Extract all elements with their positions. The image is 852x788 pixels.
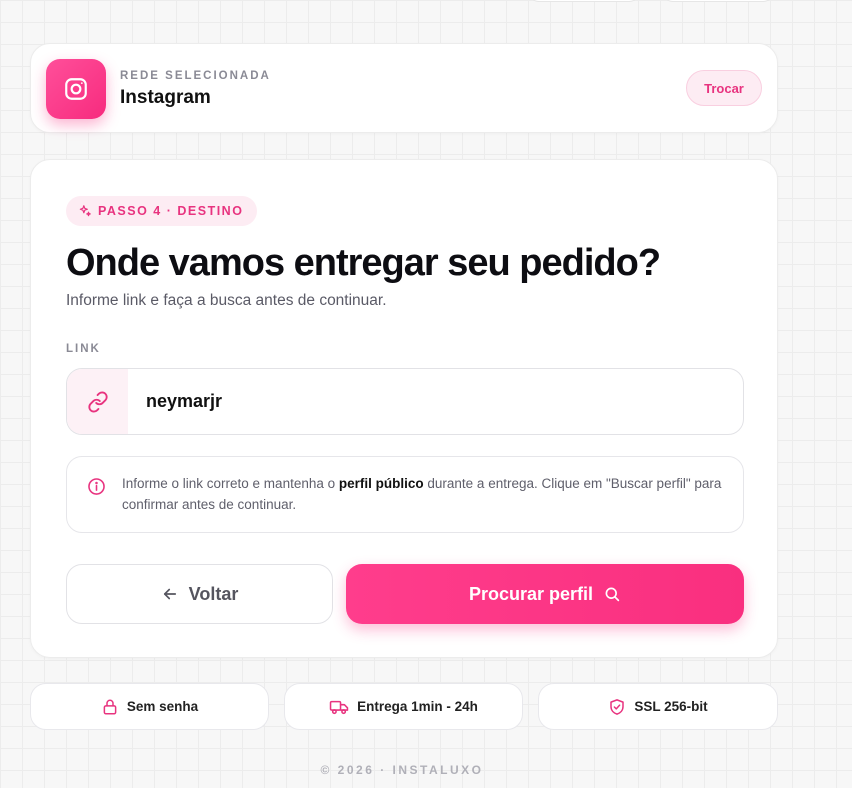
step-badge: PASSO 4 · DESTINO <box>66 196 258 226</box>
back-button-label: Voltar <box>188 583 239 604</box>
selected-network-card: REDE SELECIONADA Instagram Trocar <box>30 43 778 133</box>
swap-network-button[interactable]: Trocar <box>686 70 762 106</box>
network-name: Instagram <box>120 87 211 108</box>
instagram-icon <box>46 59 106 119</box>
link-input[interactable] <box>128 369 743 434</box>
back-button[interactable]: Voltar <box>66 564 333 624</box>
page-subtitle: Informe link e faça a busca antes de con… <box>66 292 387 309</box>
trust-badge-no-password: Sem senha <box>30 683 269 730</box>
search-profile-button[interactable]: Procurar perfil <box>346 564 744 624</box>
info-text: Informe o link correto e mantenha o perf… <box>122 473 722 515</box>
lock-icon <box>101 698 119 716</box>
info-text-bold: perfil público <box>338 476 424 491</box>
top-control-stub[interactable] <box>662 0 774 2</box>
footer-copyright: © 2026 · INSTALUXO <box>320 763 484 777</box>
shield-check-icon <box>608 698 626 716</box>
search-button-label: Procurar perfil <box>468 583 594 604</box>
info-notice: Informe o link correto e mantenha o perf… <box>66 456 744 533</box>
trust-badge-label: Sem senha <box>126 699 199 714</box>
page-title: Onde vamos entregar seu pedido? <box>66 242 661 284</box>
link-field[interactable] <box>66 368 744 435</box>
trust-badge-ssl: SSL 256-bit <box>538 683 778 730</box>
destination-step-card: PASSO 4 · DESTINO Onde vamos entregar se… <box>30 159 778 658</box>
step-badge-label: PASSO 4 · DESTINO <box>98 204 244 218</box>
trust-badge-delivery: Entrega 1min - 24h <box>284 683 523 730</box>
top-control-stub[interactable] <box>528 0 640 2</box>
trust-badge-label: Entrega 1min - 24h <box>357 699 478 714</box>
info-icon <box>87 477 106 501</box>
link-field-label: LINK <box>66 343 101 355</box>
link-icon <box>67 369 128 434</box>
info-text-start: Informe o link correto e mantenha o <box>122 476 339 491</box>
truck-icon <box>329 698 349 716</box>
sparkles-icon <box>78 204 92 218</box>
network-label: REDE SELECIONADA <box>120 70 271 82</box>
trust-badge-label: SSL 256-bit <box>634 699 708 714</box>
search-icon <box>603 585 621 603</box>
arrow-left-icon <box>161 585 179 603</box>
